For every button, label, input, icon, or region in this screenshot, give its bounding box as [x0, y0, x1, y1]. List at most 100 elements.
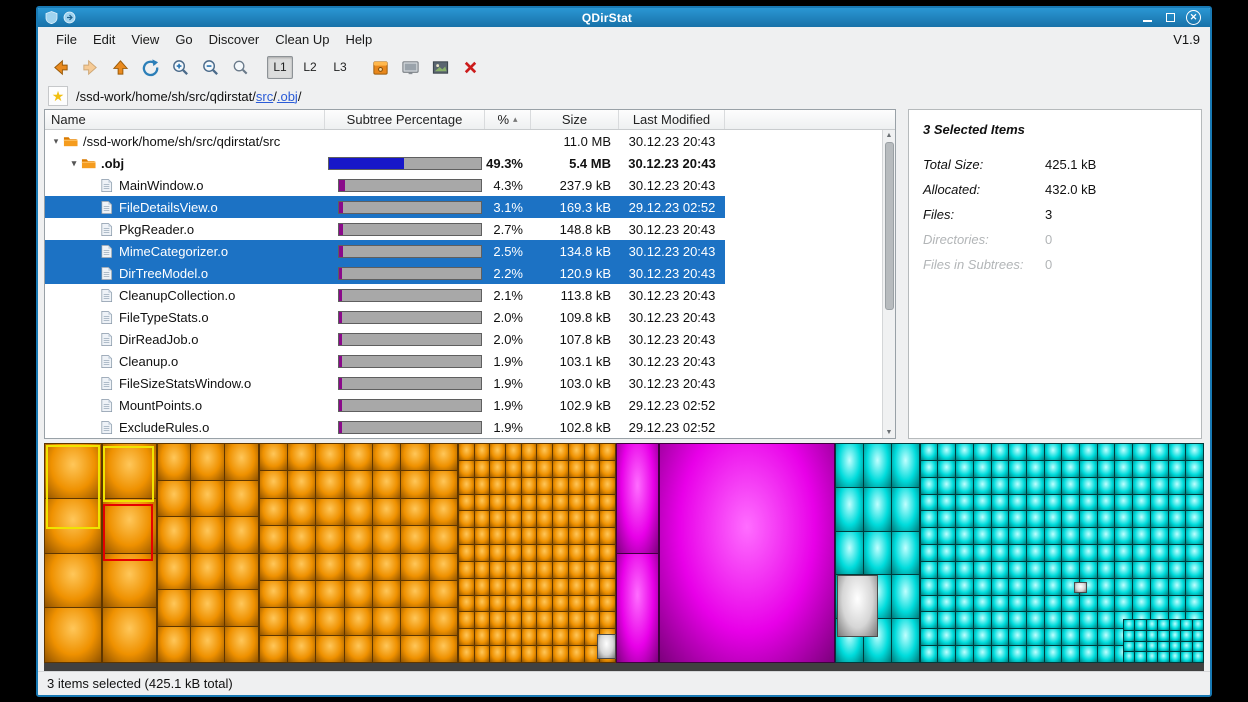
- column-header-name[interactable]: Name: [45, 110, 325, 129]
- treemap-tile[interactable]: [225, 554, 258, 590]
- treemap-tile[interactable]: [1115, 579, 1132, 595]
- expander-icon[interactable]: ▾: [49, 136, 63, 147]
- treemap-tile[interactable]: [938, 562, 955, 578]
- treemap-tile[interactable]: [260, 499, 287, 525]
- treemap-tile[interactable]: [1080, 528, 1097, 544]
- treemap-tile[interactable]: [836, 444, 863, 487]
- treemap-tile[interactable]: [956, 444, 973, 460]
- treemap-tile[interactable]: [992, 579, 1009, 595]
- table-row[interactable]: DirReadJob.o2.0%107.8 kB30.12.23 20:43: [45, 328, 725, 350]
- treemap-tile[interactable]: [1169, 495, 1186, 511]
- treemap-tile[interactable]: [1181, 642, 1191, 652]
- treemap-tile[interactable]: [158, 590, 191, 626]
- close-button[interactable]: ✕: [1186, 10, 1201, 25]
- treemap-tile[interactable]: [956, 612, 973, 628]
- table-row[interactable]: ▾.obj49.3%5.4 MB30.12.23 20:43: [45, 152, 725, 174]
- treemap-tile[interactable]: [316, 554, 343, 580]
- treemap-tile[interactable]: [1151, 478, 1168, 494]
- treemap-tile[interactable]: [1147, 642, 1157, 652]
- treemap-tile[interactable]: [1124, 620, 1134, 630]
- zoom-reset-button[interactable]: [226, 54, 254, 80]
- maximize-button[interactable]: [1163, 11, 1177, 25]
- treemap-tile[interactable]: [553, 545, 568, 561]
- treemap-tile[interactable]: [1009, 495, 1026, 511]
- treemap-tile[interactable]: [459, 511, 474, 527]
- treemap-tile[interactable]: [522, 612, 537, 628]
- treemap-tile[interactable]: [553, 579, 568, 595]
- treemap-tile[interactable]: [1151, 528, 1168, 544]
- table-row[interactable]: DirTreeModel.o2.2%120.9 kB30.12.23 20:43: [45, 262, 725, 284]
- treemap-tile[interactable]: [506, 596, 521, 612]
- treemap-tile[interactable]: [1151, 444, 1168, 460]
- treemap-tile[interactable]: [490, 478, 505, 494]
- treemap-tile[interactable]: [1062, 646, 1079, 662]
- treemap-tile[interactable]: [1075, 583, 1086, 592]
- table-row[interactable]: ExcludeRules.o1.9%102.8 kB29.12.23 02:52: [45, 416, 725, 438]
- treemap-tile[interactable]: [1098, 646, 1115, 662]
- treemap-tile[interactable]: [490, 646, 505, 662]
- treemap-tile[interactable]: [537, 596, 552, 612]
- treemap-tile[interactable]: [537, 511, 552, 527]
- expand-level-1-button[interactable]: L1: [267, 56, 293, 79]
- treemap-tile[interactable]: [191, 627, 224, 663]
- treemap-tile[interactable]: [938, 646, 955, 662]
- treemap-tile[interactable]: [260, 581, 287, 607]
- treemap-tile[interactable]: [585, 461, 600, 477]
- treemap-tile[interactable]: [490, 612, 505, 628]
- screenshot-button[interactable]: [426, 54, 454, 80]
- treemap-tile[interactable]: [1080, 478, 1097, 494]
- treemap-tile[interactable]: [316, 608, 343, 634]
- treemap-tile[interactable]: [1098, 511, 1115, 527]
- treemap-tile[interactable]: [1027, 629, 1044, 645]
- treemap-tile[interactable]: [1027, 612, 1044, 628]
- treemap-tile[interactable]: [1045, 528, 1062, 544]
- treemap-tile[interactable]: [401, 581, 428, 607]
- treemap-tile[interactable]: [921, 596, 938, 612]
- treemap-tile[interactable]: [974, 629, 991, 645]
- treemap-tile[interactable]: [1170, 631, 1180, 641]
- treemap-tile[interactable]: [345, 471, 372, 497]
- treemap-tile[interactable]: [1133, 562, 1150, 578]
- treemap-tile[interactable]: [522, 444, 537, 460]
- treemap-tile[interactable]: [1062, 511, 1079, 527]
- treemap-tile[interactable]: [974, 562, 991, 578]
- treemap-tile[interactable]: [373, 499, 400, 525]
- treemap-tile[interactable]: [1170, 652, 1180, 662]
- archive-button[interactable]: [366, 54, 394, 80]
- treemap-tile[interactable]: [475, 495, 490, 511]
- treemap-tile[interactable]: [191, 517, 224, 553]
- treemap-tile[interactable]: [553, 596, 568, 612]
- treemap-tile[interactable]: [1062, 612, 1079, 628]
- treemap-tile[interactable]: [992, 444, 1009, 460]
- treemap-tile[interactable]: [522, 461, 537, 477]
- treemap-tile[interactable]: [569, 461, 584, 477]
- treemap-tile[interactable]: [288, 608, 315, 634]
- menu-item-edit[interactable]: Edit: [85, 29, 123, 50]
- treemap-tile[interactable]: [600, 579, 615, 595]
- treemap-tile[interactable]: [537, 444, 552, 460]
- treemap-tile[interactable]: [1009, 444, 1026, 460]
- treemap-tile[interactable]: [288, 444, 315, 470]
- table-row[interactable]: MimeCategorizer.o2.5%134.8 kB30.12.23 20…: [45, 240, 725, 262]
- treemap-tile[interactable]: [537, 629, 552, 645]
- treemap-tile[interactable]: [537, 562, 552, 578]
- column-header-last-modified[interactable]: Last Modified: [619, 110, 725, 129]
- treemap-tile[interactable]: [938, 629, 955, 645]
- treemap-tile[interactable]: [475, 461, 490, 477]
- treemap-tile[interactable]: [459, 478, 474, 494]
- treemap-tile[interactable]: [1098, 478, 1115, 494]
- treemap-tile[interactable]: [956, 646, 973, 662]
- treemap-tile[interactable]: [992, 612, 1009, 628]
- treemap-tile[interactable]: [1098, 629, 1115, 645]
- treemap-tile[interactable]: [569, 545, 584, 561]
- treemap-tile[interactable]: [1080, 495, 1097, 511]
- treemap-tile[interactable]: [938, 511, 955, 527]
- treemap-tile[interactable]: [1147, 620, 1157, 630]
- treemap-tile[interactable]: [585, 511, 600, 527]
- expand-level-3-button[interactable]: L3: [327, 56, 353, 79]
- treemap-tile[interactable]: [1009, 461, 1026, 477]
- treemap-tile[interactable]: [838, 576, 877, 636]
- table-row[interactable]: PkgReader.o2.7%148.8 kB30.12.23 20:43: [45, 218, 725, 240]
- treemap-tile[interactable]: [1062, 495, 1079, 511]
- treemap-tile[interactable]: [938, 612, 955, 628]
